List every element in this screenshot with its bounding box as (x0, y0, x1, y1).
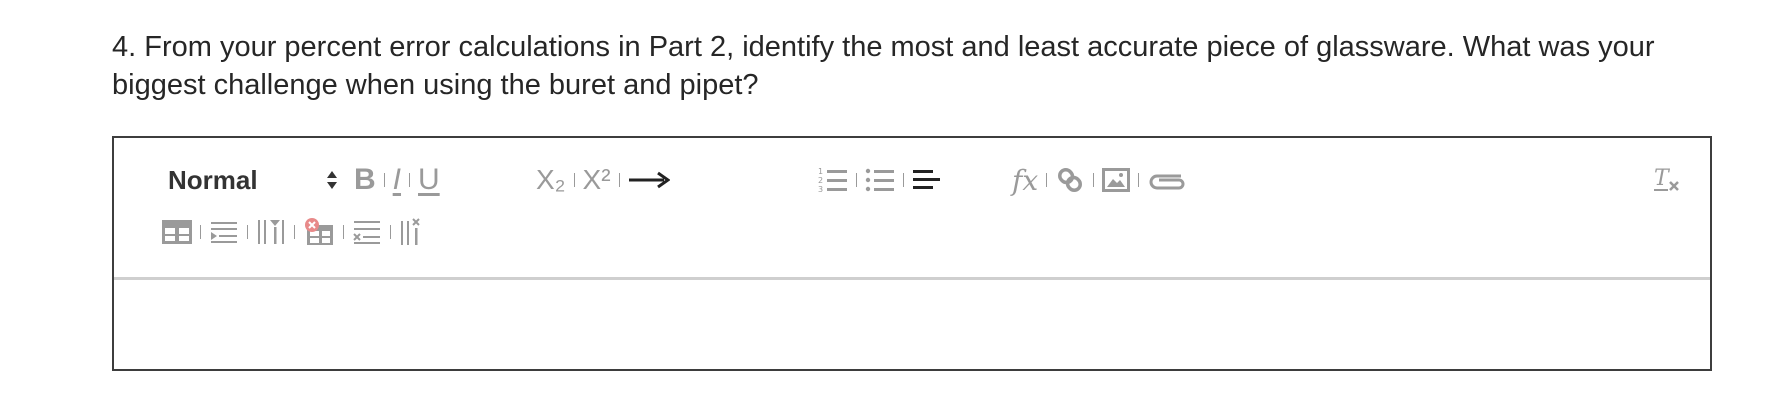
bold-label: B (354, 163, 376, 196)
separator (856, 173, 857, 187)
separator (1093, 173, 1095, 187)
underline-button[interactable]: U (418, 163, 440, 197)
editor-toolbar: Normal B I U X₂ X² 1 2 3 fx T (114, 138, 1710, 280)
bullet-list-icon (865, 168, 894, 192)
delete-row-icon (353, 221, 380, 244)
underline-label: U (418, 163, 440, 196)
ordered-list-icon: 1 2 3 (818, 167, 847, 194)
insert-column-button[interactable] (256, 218, 286, 246)
toolbar-row-1: Normal B I U X₂ X² 1 2 3 fx T (114, 160, 1710, 200)
separator (903, 173, 904, 187)
script-group: X₂ X² (536, 160, 670, 200)
updown-arrows-icon (326, 170, 338, 190)
paperclip-icon (1149, 174, 1185, 190)
delete-row-button[interactable] (352, 219, 382, 245)
toolbar-row-2 (114, 212, 1710, 252)
page: 4. From your percent error calculations … (0, 0, 1786, 406)
align-left-icon (913, 170, 940, 189)
formula-button[interactable]: fx (1012, 164, 1038, 197)
separator (409, 173, 411, 187)
subscript-label: X₂ (536, 164, 566, 195)
separator (618, 173, 620, 187)
insert-table-button[interactable] (162, 220, 192, 244)
delete-table-icon (305, 218, 333, 245)
subscript-button[interactable]: X₂ (536, 164, 566, 196)
format-dropdown-value: Normal (168, 164, 258, 195)
editor-text-area[interactable] (114, 280, 1710, 369)
image-icon (1102, 168, 1131, 192)
insert-row-button[interactable] (209, 220, 239, 244)
separator (1046, 173, 1048, 187)
arrow-right-icon (628, 171, 670, 189)
separator (247, 225, 248, 239)
insert-row-icon (211, 222, 237, 243)
superscript-label: X² (582, 164, 611, 195)
list-group: 1 2 3 (818, 160, 942, 200)
italic-button[interactable]: I (393, 163, 401, 197)
attachment-button[interactable] (1147, 167, 1187, 193)
insert-column-icon (258, 220, 284, 244)
svg-text:T: T (1654, 166, 1671, 191)
separator (343, 225, 344, 239)
text-style-group: B I U (354, 160, 440, 200)
bold-button[interactable]: B (354, 163, 376, 197)
separator (383, 173, 385, 187)
superscript-button[interactable]: X² (583, 164, 611, 196)
italic-label: I (392, 163, 402, 196)
arrow-button[interactable] (628, 170, 670, 190)
align-button[interactable] (912, 167, 942, 193)
svg-text:1: 1 (818, 167, 823, 176)
table-icon (162, 220, 192, 244)
clear-formatting-icon: T (1654, 166, 1679, 191)
separator (573, 173, 575, 187)
insert-group: fx (1012, 160, 1187, 200)
clear-formatting-button[interactable]: T (1652, 165, 1682, 195)
format-dropdown[interactable]: Normal (168, 160, 338, 200)
delete-table-button[interactable] (303, 217, 335, 247)
ordered-list-button[interactable]: 1 2 3 (818, 166, 848, 194)
bullet-list-button[interactable] (865, 166, 895, 194)
delete-column-button[interactable] (399, 217, 429, 247)
question-text: 4. From your percent error calculations … (112, 31, 1655, 101)
delete-column-icon (401, 218, 420, 245)
formula-label: fx (1012, 163, 1039, 197)
rich-text-editor: Normal B I U X₂ X² 1 2 3 fx T (112, 136, 1712, 371)
clear-format-group: T (1652, 160, 1682, 200)
separator (390, 225, 391, 239)
separator (1138, 173, 1140, 187)
link-button[interactable] (1055, 165, 1085, 195)
separator (294, 225, 295, 239)
table-group (162, 212, 429, 252)
svg-text:3: 3 (818, 185, 823, 194)
separator (200, 225, 201, 239)
svg-text:2: 2 (818, 176, 823, 185)
link-icon (1058, 168, 1083, 192)
image-button[interactable] (1102, 168, 1131, 192)
